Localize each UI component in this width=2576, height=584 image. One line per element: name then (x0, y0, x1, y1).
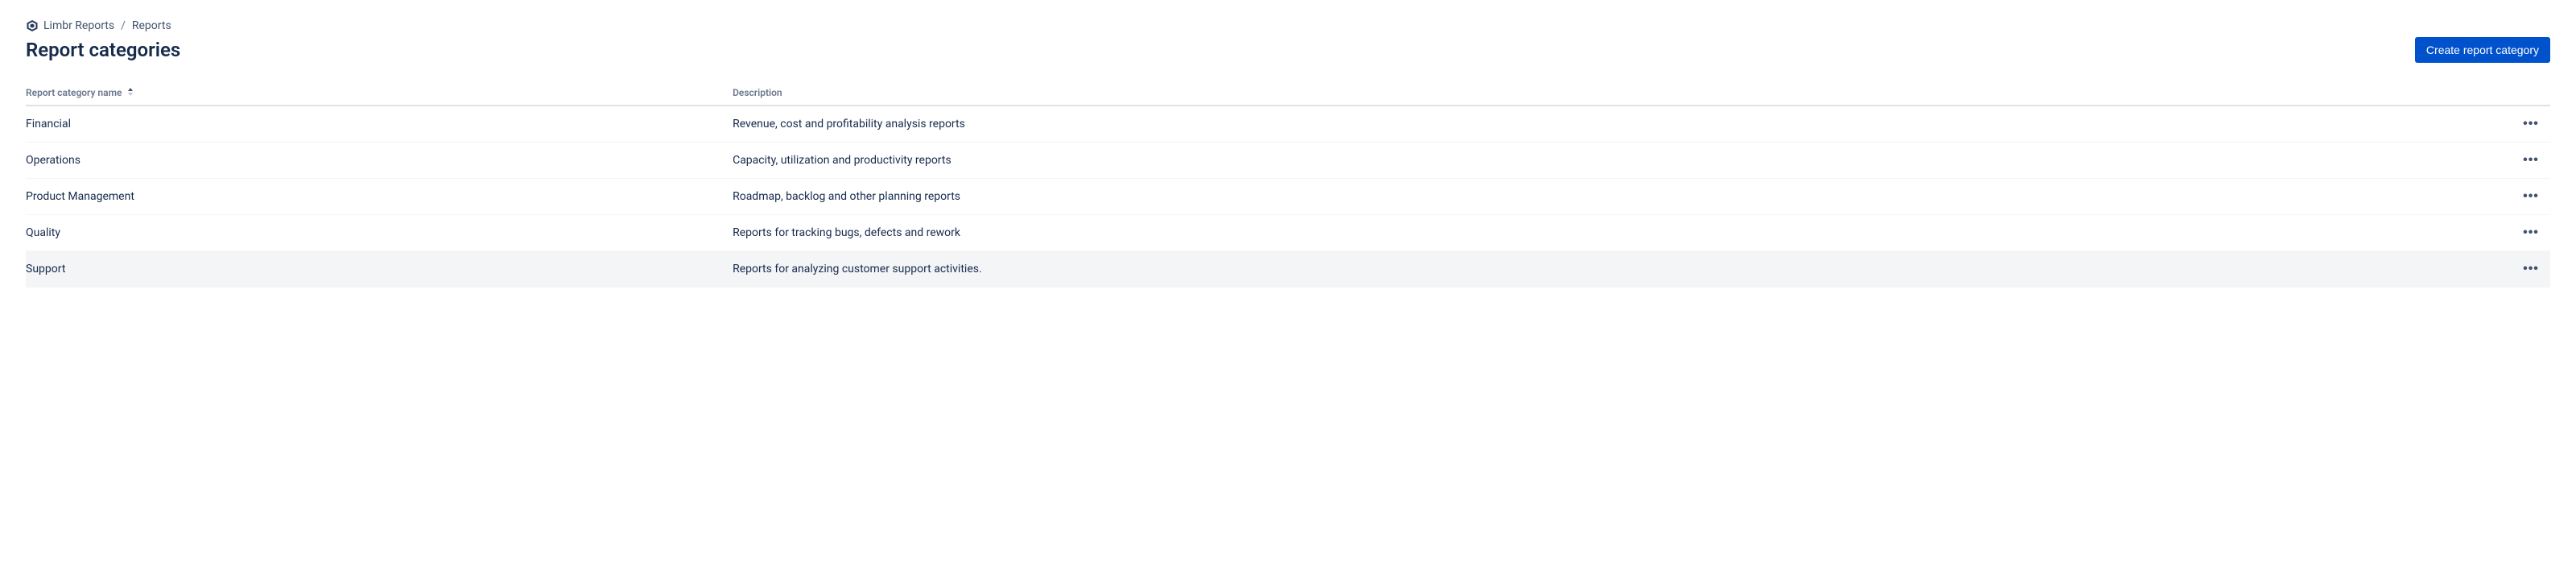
more-actions-button[interactable]: ••• (2518, 151, 2544, 170)
cell-category-name: Financial (26, 106, 733, 143)
cell-actions: ••• (2502, 215, 2550, 251)
page-header: Report categories Create report category (26, 37, 2550, 63)
page-title: Report categories (26, 39, 180, 61)
more-icon: ••• (2523, 226, 2539, 240)
breadcrumb: Limbr Reports / Reports (26, 19, 2550, 32)
create-report-category-button[interactable]: Create report category (2415, 37, 2550, 63)
app-logo-icon (26, 19, 39, 32)
table-row: Product ManagementRoadmap, backlog and o… (26, 179, 2550, 215)
more-actions-button[interactable]: ••• (2518, 114, 2544, 134)
cell-category-description: Reports for tracking bugs, defects and r… (733, 215, 2502, 251)
table-row: QualityReports for tracking bugs, defect… (26, 215, 2550, 251)
breadcrumb-current-label: Reports (132, 19, 171, 32)
more-actions-button[interactable]: ••• (2518, 187, 2544, 206)
more-icon: ••• (2523, 117, 2539, 131)
cell-actions: ••• (2502, 179, 2550, 215)
cell-actions: ••• (2502, 143, 2550, 179)
cell-category-description: Revenue, cost and profitability analysis… (733, 106, 2502, 143)
cell-category-description: Roadmap, backlog and other planning repo… (733, 179, 2502, 215)
table-row: SupportReports for analyzing customer su… (26, 251, 2550, 288)
more-icon: ••• (2523, 262, 2539, 276)
column-header-description: Description (733, 82, 2502, 106)
more-icon: ••• (2523, 189, 2539, 204)
cell-category-name: Support (26, 251, 733, 288)
cell-category-description: Capacity, utilization and productivity r… (733, 143, 2502, 179)
cell-actions: ••• (2502, 251, 2550, 288)
cell-category-name: Product Management (26, 179, 733, 215)
more-actions-button[interactable]: ••• (2518, 223, 2544, 242)
cell-category-name: Quality (26, 215, 733, 251)
cell-category-name: Operations (26, 143, 733, 179)
breadcrumb-separator: / (121, 19, 126, 32)
breadcrumb-root-label: Limbr Reports (43, 19, 114, 32)
categories-table: Report category name Description Financi… (26, 82, 2550, 288)
cell-actions: ••• (2502, 106, 2550, 143)
more-actions-button[interactable]: ••• (2518, 259, 2544, 279)
column-header-name[interactable]: Report category name (26, 82, 733, 106)
breadcrumb-current-link[interactable]: Reports (132, 19, 171, 32)
cell-category-description: Reports for analyzing customer support a… (733, 251, 2502, 288)
sort-asc-icon (127, 88, 134, 98)
table-row: FinancialRevenue, cost and profitability… (26, 106, 2550, 143)
column-header-actions (2502, 82, 2550, 106)
more-icon: ••• (2523, 153, 2539, 168)
breadcrumb-root-link[interactable]: Limbr Reports (26, 19, 114, 32)
table-row: OperationsCapacity, utilization and prod… (26, 143, 2550, 179)
